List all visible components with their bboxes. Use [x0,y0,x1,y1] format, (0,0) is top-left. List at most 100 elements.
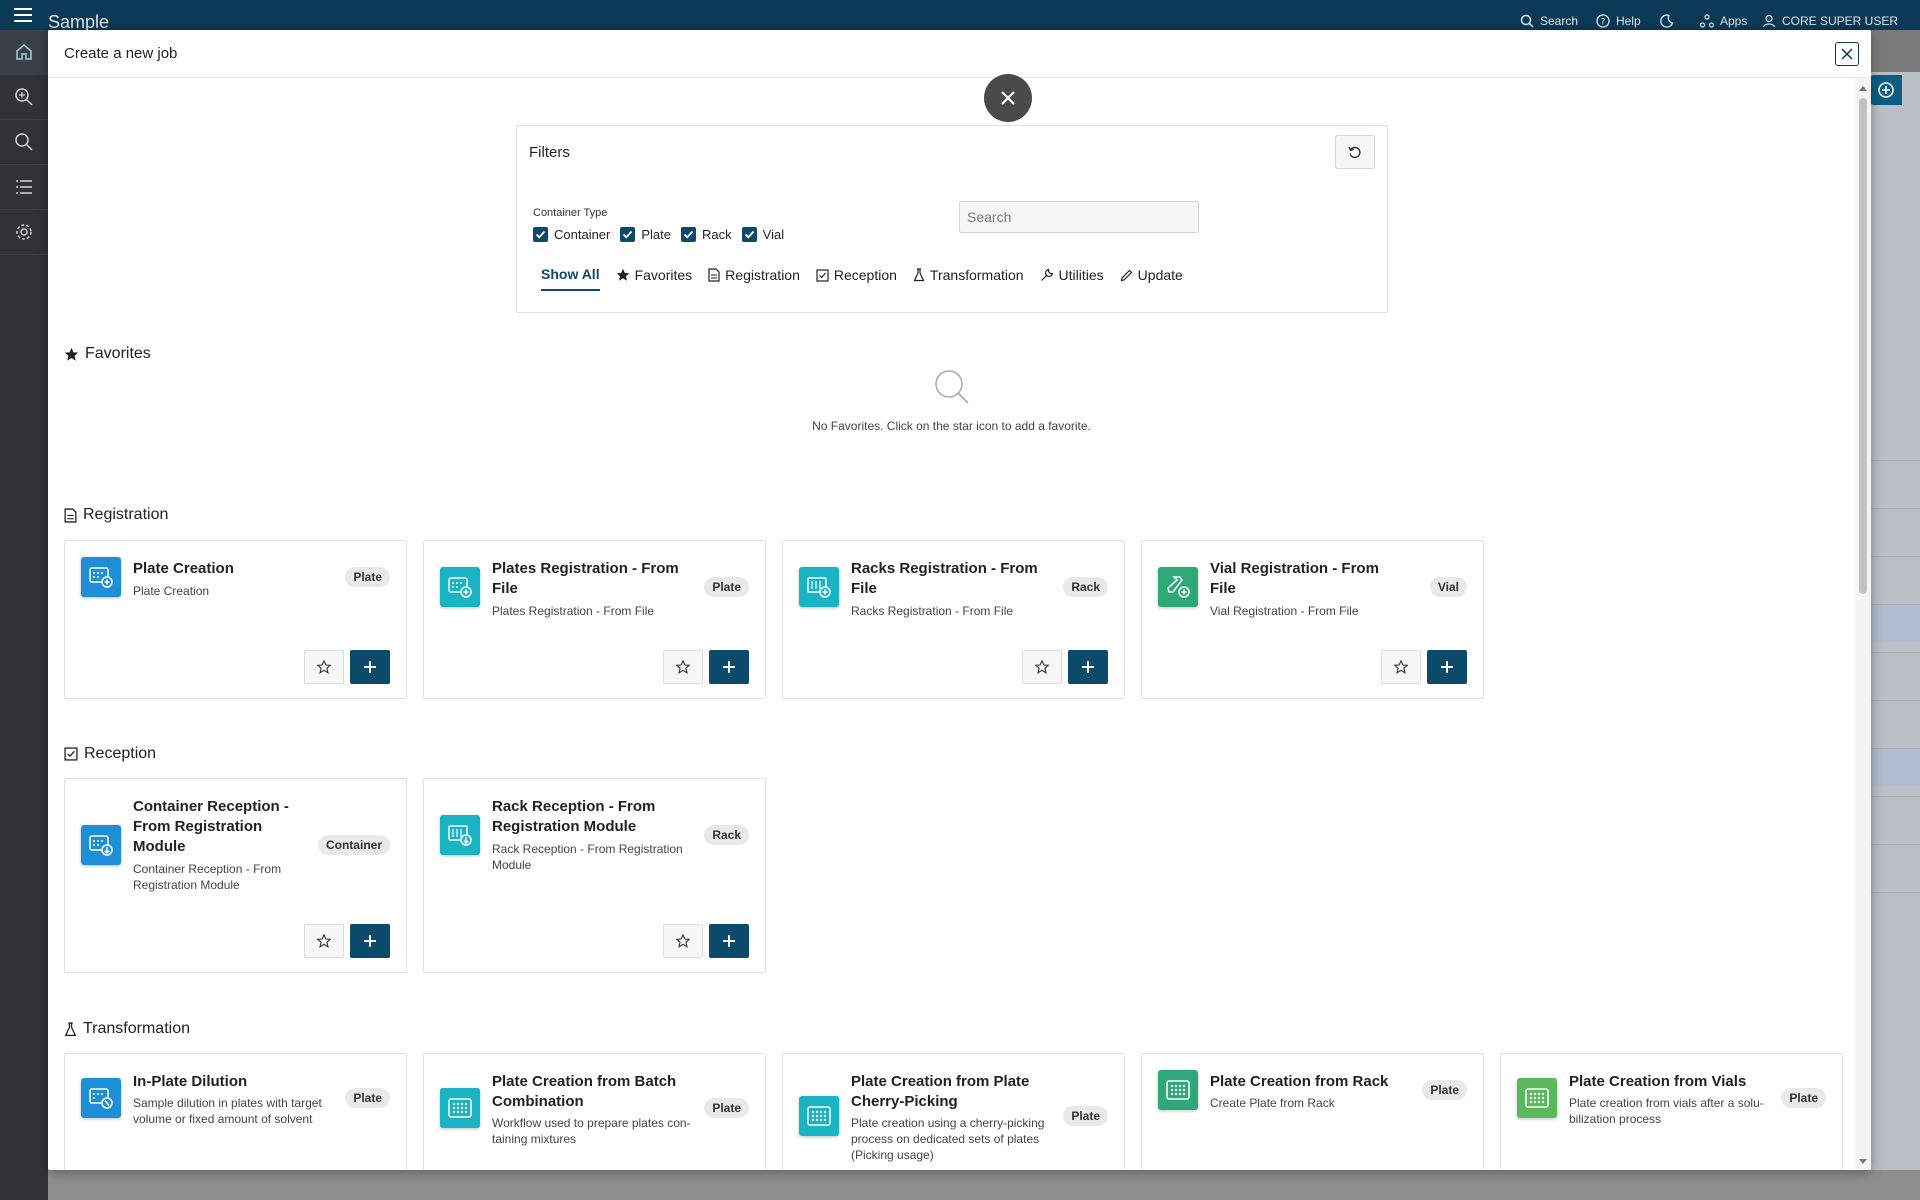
vial-upload-icon [1158,567,1198,607]
star-outline-icon [676,934,690,948]
checkbox-vial[interactable]: Vial [741,227,785,242]
tab-reception[interactable]: Reception [816,267,897,290]
container-type-badge: Rack [1063,577,1108,597]
background-row [1870,556,1920,594]
filter-search-input[interactable] [959,201,1199,233]
create-job-button[interactable] [1068,650,1108,684]
background-row [1870,652,1920,690]
checkbox-square-icon [64,747,78,761]
job-card-racks-registration: Racks Registration - From File Racks Reg… [782,540,1125,699]
svg-text:?: ? [1601,18,1606,28]
hamburger-menu-icon[interactable] [14,8,32,22]
create-job-button[interactable] [709,650,749,684]
plus-icon [723,661,735,673]
job-card-plates-registration: Plates Registration - From File Plates R… [423,540,766,699]
sidebar-item-search[interactable] [0,120,48,165]
gear-icon [16,224,32,240]
tab-registration[interactable]: Registration [708,267,800,290]
checkbox-plate[interactable]: Plate [620,227,671,242]
reset-filters-button[interactable] [1335,135,1375,169]
registration-section-title: Registration [64,506,168,524]
card-description: Plate creation from vials after a solu-b… [1569,1096,1764,1126]
reset-icon [1348,146,1361,159]
star-outline-icon [317,934,331,948]
favorite-button[interactable] [1022,650,1062,684]
favorite-button[interactable] [663,924,703,958]
plate-dilution-icon [81,1078,121,1118]
favorite-button[interactable] [304,650,344,684]
tab-transformation[interactable]: Transformation [913,267,1024,290]
create-job-button[interactable] [350,650,390,684]
plus-icon [364,935,376,947]
background-add-button [1870,75,1902,105]
plate-grid-icon [799,1096,839,1136]
background-panel [1870,72,1920,1172]
container-type-checkboxes: Container Plate Rack Vial [533,227,784,242]
header-user-menu[interactable]: CORE SUPER USER [1762,14,1898,28]
job-card-container-reception: Container Reception - From Registration … [64,778,407,973]
card-title: Rack Reception - From Registration Modul… [492,798,656,835]
sidebar-item-zoom[interactable] [0,75,48,120]
job-card-plate-creation-rack: Plate Creation from Rack Create Plate fr… [1141,1053,1484,1170]
search-icon [1520,14,1534,28]
modal-scrollbar[interactable] [1855,78,1871,1170]
create-job-button[interactable] [350,924,390,958]
modal-close-button[interactable] [1835,42,1859,66]
floating-close-button[interactable] [984,74,1032,122]
plate-grid-icon [440,1088,480,1128]
create-job-button[interactable] [709,924,749,958]
create-job-modal: Create a new job Filters Container Type … [48,30,1871,1170]
job-card-plate-creation-vials: Plate Creation from Vials Plate creation… [1500,1053,1843,1170]
card-description: Plate creation using a cherry-picking pr… [851,1116,1045,1162]
star-outline-icon [317,660,331,674]
document-icon [708,268,720,282]
card-title: Plates Registration - From File [492,560,679,597]
app-sidebar [0,30,48,1200]
card-title: Vial Registration - From File [1210,560,1379,597]
create-job-button[interactable] [1427,650,1467,684]
card-description: Sample dilution in plates with target vo… [133,1096,322,1126]
header-help-link[interactable]: ? Help [1596,14,1641,28]
flask-icon [64,1021,77,1036]
favorite-button[interactable] [1381,650,1421,684]
scroll-down-arrow-icon[interactable] [1858,1158,1868,1166]
card-description: Rack Reception - From Registration Modul… [492,842,683,872]
card-description: Container Reception - From Registration … [133,862,282,892]
background-row [1870,604,1920,642]
tab-utilities[interactable]: Utilities [1040,267,1104,290]
scrollbar-thumb[interactable] [1859,98,1867,594]
tab-favorites[interactable]: Favorites [616,267,692,290]
favorites-empty-text: No Favorites. Click on the star icon to … [812,419,1091,433]
reception-section-title: Reception [64,745,156,763]
checkbox-checked-icon [533,227,548,242]
document-icon [64,507,77,523]
dark-mode-toggle[interactable] [1660,14,1674,28]
sidebar-item-settings[interactable] [0,210,48,255]
checkbox-label: Vial [762,227,785,242]
sidebar-item-list[interactable] [0,165,48,210]
checkbox-container[interactable]: Container [533,227,610,242]
header-apps-link[interactable]: Apps [1700,14,1747,28]
sidebar-item-home[interactable] [0,30,48,75]
card-title: Plate Creation from Vials [1569,1073,1747,1090]
favorite-button[interactable] [304,924,344,958]
background-row [1870,892,1920,930]
container-type-badge: Container [317,835,390,855]
tab-show-all[interactable]: Show All [541,266,600,291]
checkbox-rack[interactable]: Rack [681,227,732,242]
header-search-link[interactable]: Search [1520,14,1578,28]
favorite-button[interactable] [663,650,703,684]
plate-upload-icon [440,567,480,607]
container-type-label: Container Type [533,207,608,219]
search-icon [15,133,33,151]
scroll-up-arrow-icon[interactable] [1858,84,1868,92]
flask-icon [913,268,925,282]
tab-update[interactable]: Update [1120,267,1183,290]
checkbox-label: Container [554,227,611,242]
category-tabs: Show All Favorites Registration Receptio… [541,266,1183,291]
card-title: Container Reception - From Registration … [133,798,289,855]
plus-icon [1441,661,1453,673]
plate-add-icon [81,557,121,597]
close-icon [1841,48,1853,60]
card-title: Racks Registration - From File [851,560,1038,597]
